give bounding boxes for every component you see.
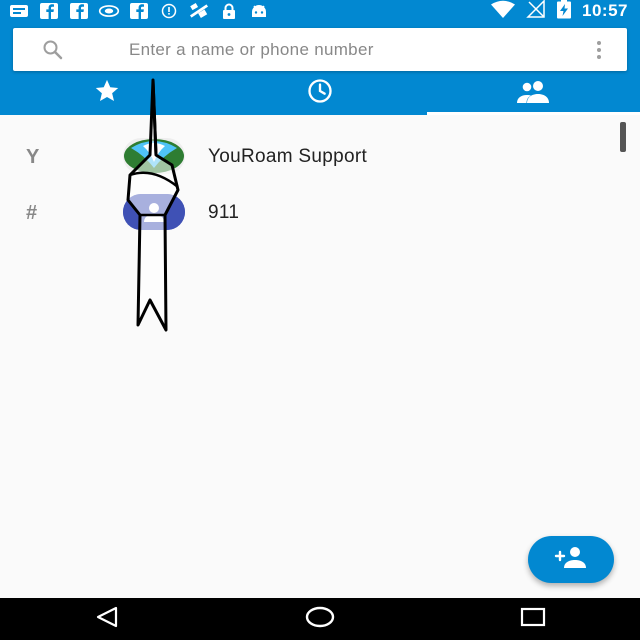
search-input[interactable] <box>115 28 569 71</box>
notification-icons <box>8 2 270 20</box>
search-bar[interactable] <box>13 28 627 71</box>
person-icon <box>123 194 185 230</box>
home-button[interactable] <box>290 598 350 640</box>
tab-indicator <box>426 112 640 115</box>
add-contact-button[interactable] <box>528 536 614 583</box>
star-icon <box>92 77 122 110</box>
wifi-icon <box>490 0 516 23</box>
facebook-icon <box>38 3 60 19</box>
add-contact-icon <box>553 545 589 574</box>
contact-avatar-default <box>123 194 185 230</box>
list-item[interactable]: Y YouRoam Support <box>0 129 615 185</box>
no-signal-icon <box>526 0 546 23</box>
home-icon <box>305 605 335 634</box>
facebook-icon <box>68 3 90 19</box>
people-icon <box>516 78 550 109</box>
back-icon <box>94 605 120 634</box>
tab-favorites[interactable] <box>0 72 213 115</box>
tab-recents[interactable] <box>213 72 426 115</box>
android-icon <box>248 3 270 19</box>
battery-charging-icon <box>556 0 572 24</box>
recents-icon <box>519 606 547 633</box>
tab-indicator <box>0 112 213 115</box>
section-header-letter: # <box>26 202 38 224</box>
status-bar: 10:57 <box>0 0 640 22</box>
recents-button[interactable] <box>503 598 563 640</box>
info-icon <box>158 3 180 19</box>
satellite-icon <box>188 2 210 19</box>
facebook-icon <box>128 3 150 19</box>
status-clock: 10:57 <box>582 1 628 20</box>
contact-avatar-logo <box>123 138 185 174</box>
lock-icon <box>218 3 240 19</box>
overflow-menu-icon[interactable] <box>591 39 607 61</box>
nvidia-icon <box>98 3 120 19</box>
scrollbar-thumb[interactable] <box>620 122 626 152</box>
app-header <box>0 22 640 115</box>
section-header-letter: Y <box>26 146 40 168</box>
tab-indicator <box>213 112 426 115</box>
list-item[interactable]: # 911 <box>0 185 615 241</box>
back-button[interactable] <box>77 598 137 640</box>
tab-bar <box>0 72 640 115</box>
contact-name: YouRoam Support <box>208 146 368 167</box>
search-icon[interactable] <box>41 38 65 62</box>
contact-name: 911 <box>208 202 240 223</box>
message-icon <box>8 3 30 19</box>
system-icons: 10:57 <box>490 0 628 24</box>
navigation-bar <box>0 598 640 640</box>
clock-icon <box>305 77 335 110</box>
tab-contacts[interactable] <box>426 72 640 115</box>
